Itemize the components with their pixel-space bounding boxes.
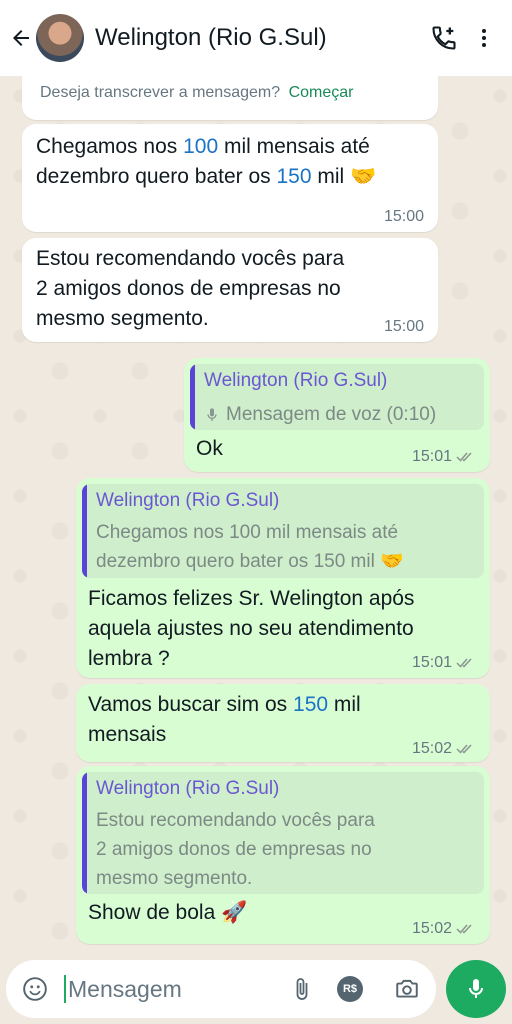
message-meta: 15:01 (412, 654, 476, 672)
quote-text: Estou recomendando vocês para 2 amigos d… (96, 810, 375, 889)
add-call-button[interactable] (424, 0, 464, 76)
mic-icon (207, 407, 217, 421)
quoted-message[interactable]: Welington (Rio G.Sul) Estou recomendando… (82, 772, 484, 894)
more-vert-icon (482, 29, 486, 47)
message-time: 15:02 (411, 920, 452, 937)
message-text: Show de bola 🚀 (88, 901, 248, 924)
message-time: 15:00 (383, 318, 424, 335)
message-list[interactable]: Deseja transcrever a mensagem? Começar C… (0, 76, 512, 948)
message-bubble[interactable]: Chegamos nos 100 mil mensais até dezembr… (22, 124, 438, 232)
back-arrow-icon (13, 30, 29, 46)
add-call-icon (432, 26, 456, 50)
message-time: 15:01 (411, 654, 452, 671)
quote-author: Welington (Rio G.Sul) (96, 778, 280, 799)
attach-button[interactable] (282, 960, 322, 1018)
message-text: Estou recomendando vocês para 2 amigos d… (36, 247, 345, 330)
message-meta: 15:01 (412, 448, 476, 466)
message-time: 15:02 (411, 740, 452, 757)
read-ticks-icon (456, 744, 472, 754)
message-bubble[interactable]: Welington (Rio G.Sul) Chegamos nos 100 m… (76, 478, 490, 678)
message-input[interactable]: Mensagem (68, 976, 282, 1003)
chat-header: Welington (Rio G.Sul) (0, 0, 512, 76)
voice-record-button[interactable] (446, 960, 506, 1018)
message-composer: Mensagem R$ (6, 960, 436, 1018)
message-meta: 15:02 (412, 920, 476, 938)
contact-name[interactable]: Welington (Rio G.Sul) (95, 24, 424, 52)
transcribe-start-link[interactable]: Começar (289, 84, 354, 101)
quoted-message[interactable]: Welington (Rio G.Sul) Mensagem de voz (0… (190, 364, 484, 430)
text-cursor (64, 975, 66, 1003)
quoted-message[interactable]: Welington (Rio G.Sul) Chegamos nos 100 m… (82, 484, 484, 578)
message-meta: 15:02 (412, 740, 476, 758)
message-bubble[interactable]: Welington (Rio G.Sul) Mensagem de voz (0… (184, 358, 490, 472)
emoji-button[interactable] (6, 960, 64, 1018)
message-bubble[interactable]: Vamos buscar sim os 150 mil mensais 15:0… (76, 684, 490, 762)
more-options-button[interactable] (464, 0, 504, 76)
message-text: Chegamos nos 100 mil mensais até dezembr… (36, 135, 377, 188)
message-text: Ficamos felizes Sr. Welington após aquel… (88, 587, 415, 670)
message-bubble[interactable]: Welington (Rio G.Sul) Estou recomendando… (76, 766, 490, 944)
quote-accent-bar (82, 772, 87, 894)
message-time: 15:01 (411, 448, 452, 465)
message-time: 15:00 (383, 208, 424, 225)
quote-accent-bar (190, 364, 195, 430)
quote-author: Welington (Rio G.Sul) (204, 370, 388, 391)
avatar[interactable] (36, 14, 84, 62)
payment-label: R$ (342, 983, 358, 995)
read-ticks-icon (456, 658, 472, 668)
read-ticks-icon (456, 924, 472, 934)
camera-icon (396, 979, 418, 998)
transcribe-prompt: Deseja transcrever a mensagem? Começar (22, 76, 438, 120)
emoji-icon (23, 977, 47, 1001)
quote-author: Welington (Rio G.Sul) (96, 490, 280, 511)
payment-button[interactable]: R$ (322, 960, 378, 1018)
transcribe-text: Deseja transcrever a mensagem? (40, 84, 281, 101)
message-text: Ok (196, 437, 223, 460)
camera-button[interactable] (378, 960, 436, 1018)
attach-icon (296, 978, 308, 1000)
message-bubble[interactable]: Estou recomendando vocês para 2 amigos d… (22, 238, 438, 342)
quote-text: Chegamos nos 100 mil mensais até dezembr… (96, 522, 404, 572)
quote-accent-bar (82, 484, 87, 578)
read-ticks-icon (456, 452, 472, 462)
mic-icon (469, 979, 483, 998)
message-text: Vamos buscar sim os 150 mil mensais (88, 693, 361, 746)
quote-text: Mensagem de voz (0:10) (226, 404, 437, 425)
payment-icon: R$ (337, 976, 363, 1002)
